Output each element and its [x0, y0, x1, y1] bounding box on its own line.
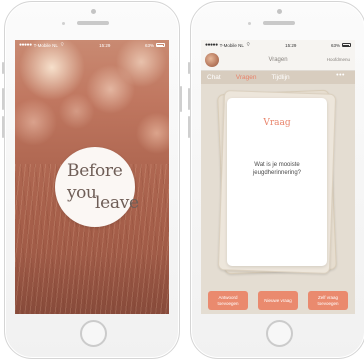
home-button[interactable]: [266, 320, 293, 347]
carrier-name: T-Mobile NL: [33, 42, 58, 48]
battery-icon: [341, 43, 351, 47]
action-buttons: Antwoord toevoegen Nieuwe vraag Zelf vra…: [201, 291, 355, 310]
volume-up-button: [2, 88, 4, 110]
splash-background: ●●●●● T-Mobile NL ⌔ 15:29 63% Before you…: [15, 40, 169, 314]
carrier-signal: ●●●●● T-Mobile NL ⌔: [19, 42, 65, 48]
logo-word-before: Before: [67, 161, 123, 181]
status-time: 15:29: [285, 42, 297, 48]
card-question: Wat is je mooiste jeugdherinnering?: [252, 162, 302, 177]
wifi-icon: ⌔: [59, 42, 65, 48]
front-camera: [277, 9, 282, 14]
logo-word-leave: leave: [95, 193, 139, 213]
carrier-signal: ●●●●● T-Mobile NL ⌔: [205, 42, 251, 48]
questions-screen: ●●●●● T-Mobile NL ⌔ 15:29 63% Vragen Hoo…: [201, 40, 355, 314]
front-camera: [91, 9, 96, 14]
question-card[interactable]: Vraag Wat is je mooiste jeugdherinnering…: [227, 98, 327, 266]
proximity-sensor: [248, 22, 251, 25]
before-you-leave-logo: Before you leave: [55, 147, 139, 227]
volume-up-button: [188, 88, 190, 110]
main-menu-link[interactable]: Hoofdmenu: [327, 57, 350, 62]
add-answer-button[interactable]: Antwoord toevoegen: [208, 291, 248, 310]
volume-down-button: [188, 116, 190, 138]
splash-screen: ●●●●● T-Mobile NL ⌔ 15:29 63% Before you…: [15, 40, 169, 314]
tab-chat[interactable]: Chat: [207, 74, 221, 81]
status-bar: ●●●●● T-Mobile NL ⌔ 15:29 63%: [15, 40, 169, 50]
phone-left: ●●●●● T-Mobile NL ⌔ 15:29 63% Before you…: [2, 1, 182, 359]
mute-switch: [2, 62, 4, 74]
tab-vragen[interactable]: Vragen: [236, 74, 257, 81]
status-bar: ●●●●● T-Mobile NL ⌔ 15:29 63%: [201, 40, 355, 50]
status-time: 15:29: [99, 42, 111, 48]
page-title: Vragen: [268, 57, 288, 63]
question-card-stack[interactable]: Vraag Wat is je mooiste jeugdherinnering…: [217, 89, 337, 275]
battery-icon: [155, 43, 165, 47]
questions-app: ●●●●● T-Mobile NL ⌔ 15:29 63% Vragen Hoo…: [201, 40, 355, 314]
tab-bar: Chat Vragen Tijdlijn •••: [201, 71, 355, 84]
volume-down-button: [2, 116, 4, 138]
mute-switch: [188, 62, 190, 74]
battery-percent: 63%: [330, 42, 340, 48]
signal-dots-icon: ●●●●●: [19, 42, 32, 48]
wifi-icon: ⌔: [245, 42, 251, 48]
more-icon[interactable]: •••: [336, 72, 345, 79]
logo-word-you: you: [67, 183, 97, 203]
signal-dots-icon: ●●●●●: [205, 42, 218, 48]
power-button: [180, 86, 182, 112]
carrier-name: T-Mobile NL: [219, 42, 244, 48]
proximity-sensor: [62, 22, 65, 25]
phone-right: ●●●●● T-Mobile NL ⌔ 15:29 63% Vragen Hoo…: [188, 1, 364, 359]
nav-bar: Vragen Hoofdmenu: [201, 50, 355, 71]
app-showcase: ●●●●● T-Mobile NL ⌔ 15:29 63% Before you…: [0, 0, 364, 360]
profile-avatar[interactable]: [205, 53, 219, 67]
card-heading: Vraag: [263, 118, 291, 128]
battery-status: 63%: [331, 43, 351, 48]
battery-percent: 63%: [144, 42, 154, 48]
tab-tijdlijn[interactable]: Tijdlijn: [271, 74, 289, 81]
home-button[interactable]: [80, 320, 107, 347]
earpiece-speaker: [77, 21, 109, 25]
new-question-button[interactable]: Nieuwe vraag: [258, 291, 298, 310]
battery-status: 63%: [145, 43, 165, 48]
add-own-question-button[interactable]: Zelf vraag toevoegen: [308, 291, 348, 310]
earpiece-speaker: [263, 21, 295, 25]
